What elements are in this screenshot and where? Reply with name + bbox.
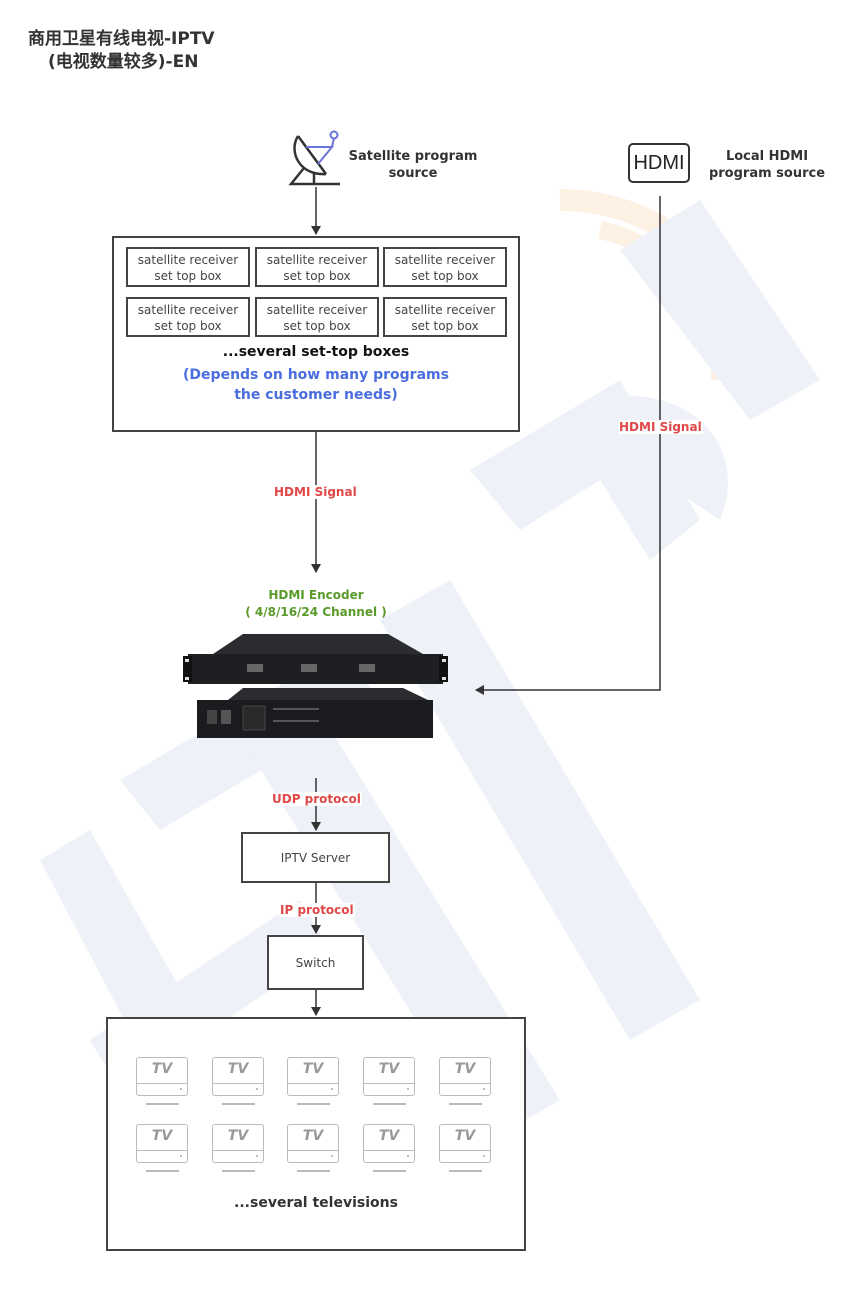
tv-icon: TV [363,1124,415,1178]
stb-group: satellite receiver set top box satellite … [112,236,520,432]
stb-note: (Depends on how many programs the custom… [183,367,449,403]
tv-label: TV [302,1061,324,1077]
tv-group: TV TV TV TV TV TV TV TV TV TV ...several televisi… [106,1017,526,1251]
tv-label: TV [151,1061,173,1077]
hdmi-encoder-device [183,634,448,738]
tv-icon: TV [212,1124,264,1178]
edge-label-stb-encoder: HDMI Signal [273,485,358,499]
hdmi-source-label: Local HDMI program source [708,149,826,181]
stb-box: satellite receiver set top box [126,247,250,287]
tv-icon: TV [363,1057,415,1111]
stb-box: satellite receiver set top box [383,297,507,337]
iptv-server-node: IPTV Server [241,832,390,883]
tv-label: TV [151,1128,173,1144]
tv-caption: ...several televisions [234,1195,398,1211]
switch-node: Switch [267,935,364,990]
tv-label: TV [378,1061,400,1077]
stb-box: satellite receiver set top box [383,247,507,287]
stb-box: satellite receiver set top box [255,297,379,337]
tv-label: TV [454,1061,476,1077]
tv-icon: TV [439,1057,491,1111]
encoder-label: HDMI Encoder ( 4/8/16/24 Channel ) [245,588,387,619]
tv-icon: TV [136,1124,188,1178]
tv-icon: TV [212,1057,264,1111]
tv-label: TV [302,1128,324,1144]
edge-label-udp: UDP protocol [271,792,362,806]
tv-icon: TV [136,1057,188,1111]
tv-label: TV [454,1128,476,1144]
tv-icon: TV [287,1057,339,1111]
satellite-dish-icon [288,130,340,186]
edge-label-ip: IP protocol [279,903,355,917]
stb-box: satellite receiver set top box [126,297,250,337]
stb-caption: ...several set-top boxes [222,344,410,360]
satellite-source-label: Satellite program source [348,149,478,181]
tv-icon: TV [439,1124,491,1178]
hdmi-icon: HDMI [628,143,690,183]
tv-icon: TV [287,1124,339,1178]
stb-box: satellite receiver set top box [255,247,379,287]
tv-label: TV [227,1061,249,1077]
edge-label-hdmi-encoder: HDMI Signal [618,420,703,434]
tv-label: TV [227,1128,249,1144]
tv-label: TV [378,1128,400,1144]
